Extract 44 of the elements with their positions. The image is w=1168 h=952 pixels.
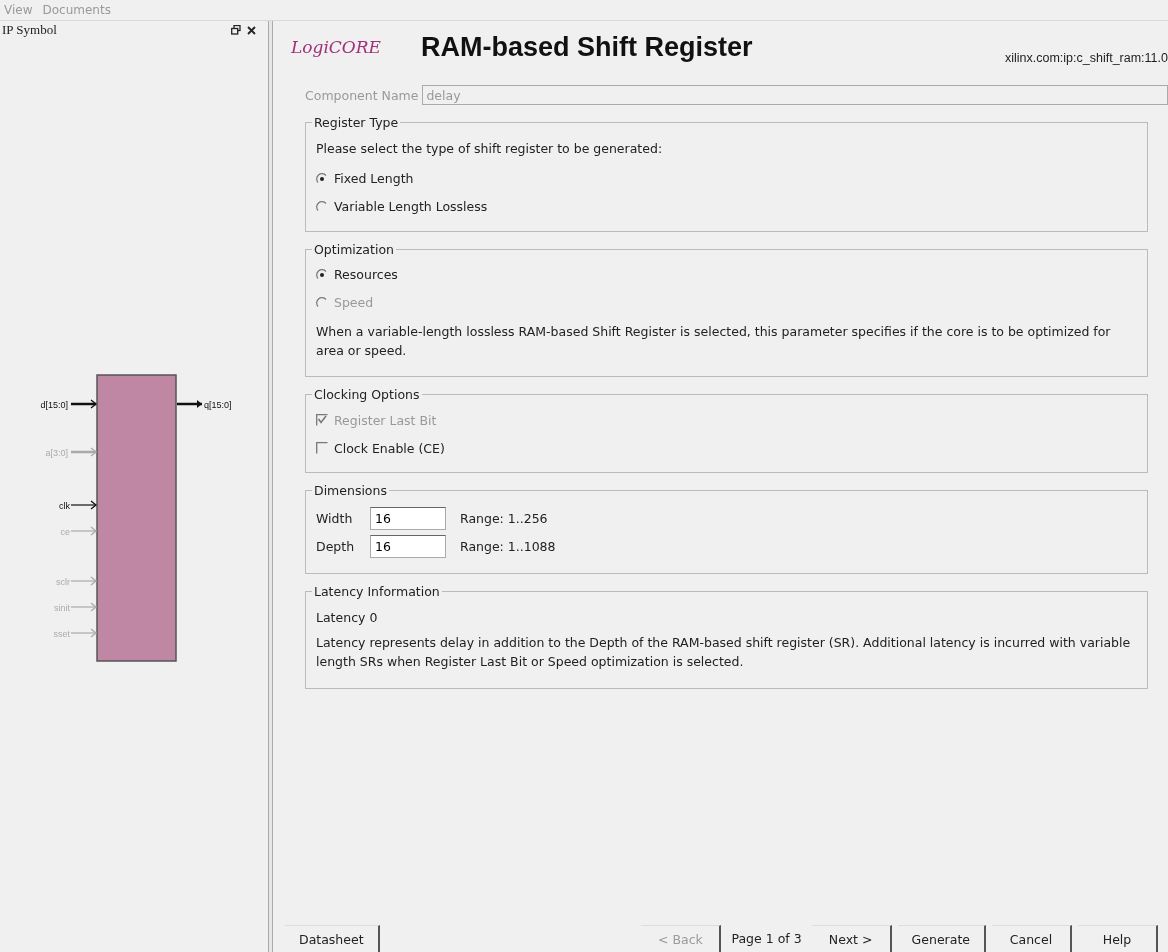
footer-button[interactable]: Generate <box>897 925 986 952</box>
pin-label: sset <box>53 628 70 639</box>
checkbox[interactable] <box>316 442 328 455</box>
pin-label: q[15:0] <box>204 399 232 410</box>
radio-button[interactable] <box>316 200 328 213</box>
footer-button[interactable]: Next > <box>811 925 892 952</box>
panel-title: IP Symbol <box>2 22 58 38</box>
group-title: Clocking Options <box>313 387 421 403</box>
core-id: xilinx.com:ip:c_shift_ram:11.0 <box>1004 51 1168 65</box>
description-text: Latency represents delay in addition to the Depth of the RAM-based shift register (SR). Additional latency is incurred with variable length SRs when Register Last Bit or Speed optimization is selected. <box>316 634 1132 671</box>
footer-button[interactable]: Cancel <box>992 925 1072 952</box>
number-field[interactable]: 16 <box>370 507 446 531</box>
group-title: Dimensions <box>313 483 388 499</box>
range-text: Range: 1..256 <box>460 511 548 527</box>
group-title: Register Type <box>313 115 400 130</box>
radio-label[interactable]: Variable Length Lossless <box>334 199 488 215</box>
radio-label[interactable]: Resources <box>334 267 398 283</box>
group-title: Optimization <box>313 241 395 257</box>
field-label: Width <box>316 511 354 527</box>
group-title: Latency Information <box>313 584 441 600</box>
description-text: Latency 0 <box>316 609 379 628</box>
description-text: When a variable-length lossless RAM-based Shift Register is selected, this parameter specifies if the core is to be optimized for area or speed. <box>316 322 1112 360</box>
footer-button[interactable]: Help <box>1078 925 1158 952</box>
datasheet-button[interactable]: Datasheet <box>285 925 380 952</box>
range-text: Range: 1..1088 <box>460 539 556 555</box>
radio-button[interactable] <box>316 172 328 185</box>
close-icon[interactable] <box>247 25 256 35</box>
pin-label: clk <box>59 500 70 511</box>
pin-label: sinit <box>54 602 70 613</box>
pin-label: d[15:0] <box>40 399 68 410</box>
restore-icon[interactable] <box>231 25 241 35</box>
field-label: Component Name <box>305 87 419 103</box>
radio-label[interactable]: Fixed Length <box>334 171 414 187</box>
logo: LogiCORE <box>291 37 381 57</box>
field-label: Depth <box>316 539 356 555</box>
description-text: Please select the type of shift register to be generated: <box>316 140 664 158</box>
radio-button[interactable] <box>316 268 328 281</box>
pin-label: a[3:0] <box>45 447 68 458</box>
number-field[interactable]: 16 <box>370 535 446 559</box>
checkbox-label[interactable]: Clock Enable (CE) <box>334 440 445 456</box>
pin-label: sclr <box>56 576 70 587</box>
page-title: RAM-based Shift Register <box>421 32 753 63</box>
page-indicator: Page 1 of 3 <box>730 930 803 948</box>
pin-label: ce <box>60 526 70 537</box>
